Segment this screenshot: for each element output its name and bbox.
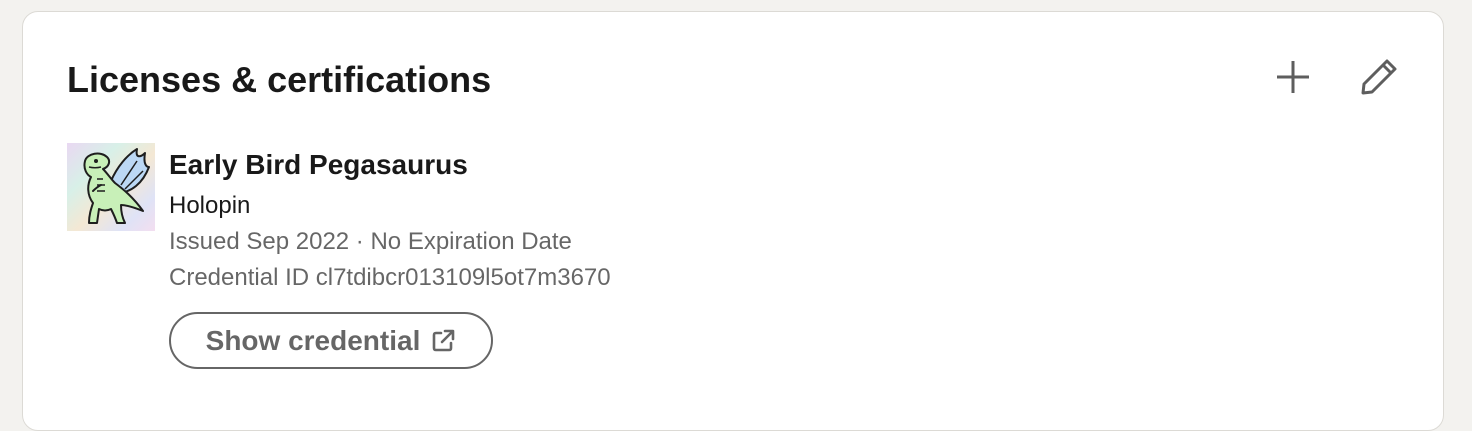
show-credential-button[interactable]: Show credential <box>169 312 493 369</box>
certification-issuer: Holopin <box>169 192 251 219</box>
licenses-certifications-card: Licenses & certifications Early Bird Peg… <box>22 11 1444 431</box>
pencil-icon <box>1360 58 1398 101</box>
edit-certifications-button[interactable] <box>1355 55 1403 103</box>
certification-logo[interactable] <box>67 143 155 231</box>
plus-icon <box>1275 59 1311 100</box>
certification-issued-date: Issued Sep 2022 · No Expiration Date <box>169 228 572 255</box>
certification-name[interactable]: Early Bird Pegasaurus <box>169 147 468 183</box>
section-title: Licenses & certifications <box>67 59 492 100</box>
certification-credential-id: Credential ID cl7tdibcr013109l5ot7m3670 <box>169 264 611 291</box>
add-certification-button[interactable] <box>1269 55 1317 103</box>
winged-dinosaur-badge-icon <box>83 148 150 224</box>
show-credential-label: Show credential <box>205 324 421 356</box>
external-link-icon <box>430 328 456 354</box>
